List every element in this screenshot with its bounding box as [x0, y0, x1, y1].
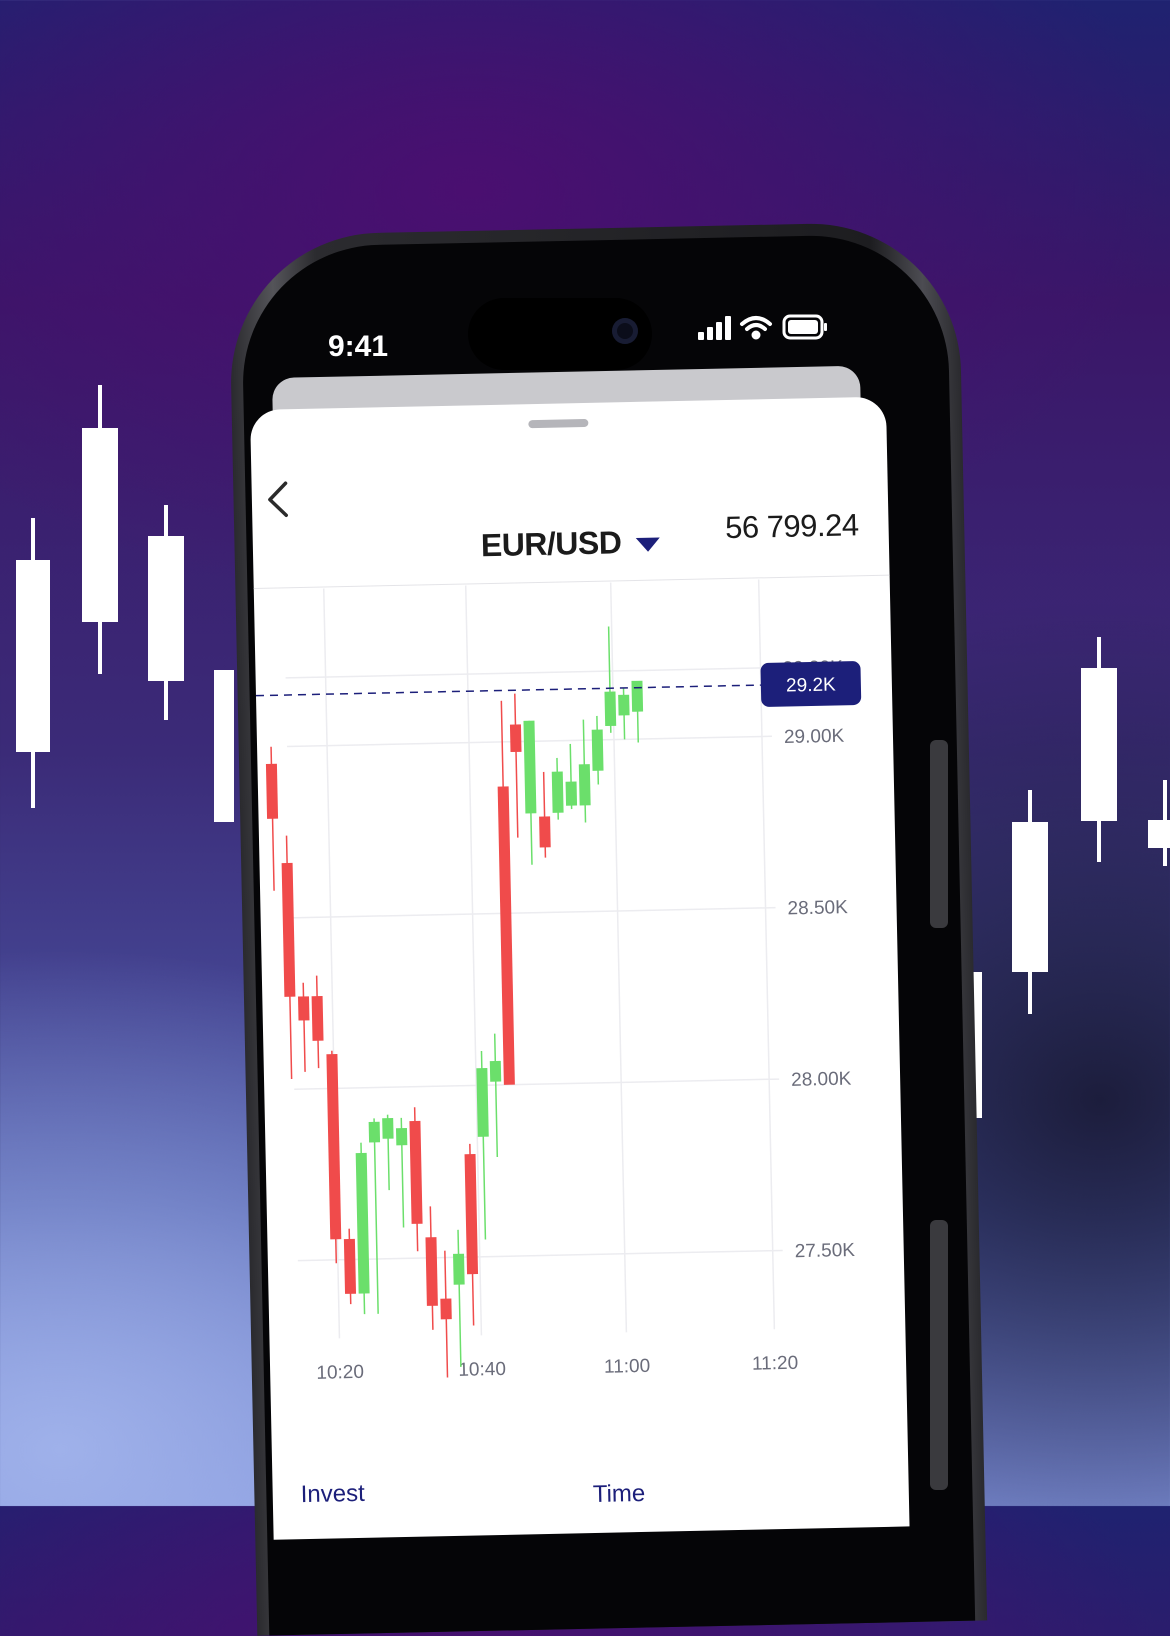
- candle-down: [311, 996, 324, 1041]
- signal-icon: [698, 316, 731, 340]
- grid-line-h: [294, 1078, 780, 1090]
- candle-up: [489, 1060, 502, 1082]
- phone-side-button: [930, 740, 948, 928]
- candle-up: [395, 1128, 408, 1146]
- sheet-grabber[interactable]: [528, 418, 589, 429]
- invest-label: Invest: [300, 1479, 366, 1509]
- status-time: 9:41: [328, 330, 389, 363]
- pair-selector[interactable]: EUR/USD: [481, 523, 660, 564]
- y-tick-label: 27.50K: [795, 1240, 856, 1262]
- candle-down: [409, 1120, 423, 1224]
- candle-up: [618, 694, 630, 716]
- x-tick-label: 10:40: [458, 1359, 506, 1381]
- candle-wick: [302, 982, 306, 1072]
- pair-label: EUR/USD: [480, 524, 622, 564]
- caret-down-icon: [635, 536, 660, 552]
- candle-down: [464, 1154, 479, 1275]
- y-tick-label: 28.00K: [791, 1069, 852, 1091]
- candle-up: [368, 1121, 381, 1143]
- y-tick-label: 28.50K: [787, 897, 848, 919]
- current-price-line: [255, 684, 761, 697]
- candle-down: [343, 1238, 357, 1294]
- current-price: 56 799.24: [724, 507, 859, 546]
- candle-down: [539, 816, 551, 848]
- candle-wick: [493, 1033, 499, 1158]
- y-tick-label: 29.00K: [784, 726, 845, 748]
- time-label: Time: [592, 1479, 646, 1509]
- candle-down: [509, 724, 522, 753]
- candle-up: [604, 691, 617, 727]
- candle-down: [297, 996, 310, 1021]
- grid-line-h: [290, 906, 776, 919]
- back-chevron-icon[interactable]: [263, 479, 294, 520]
- battery-icon: [782, 314, 827, 340]
- candle-wick: [457, 1229, 462, 1367]
- candle-down: [326, 1054, 342, 1240]
- candle-up: [591, 729, 604, 771]
- candle-down: [440, 1298, 452, 1320]
- phone-side-button-lower: [930, 1220, 948, 1490]
- camera-icon: [612, 318, 638, 344]
- grid-line-h: [285, 666, 771, 679]
- candle-up: [565, 781, 578, 806]
- candle-up: [578, 764, 591, 806]
- x-tick-label: 11:00: [604, 1356, 651, 1378]
- candle-up: [382, 1118, 394, 1139]
- candlestick-chart[interactable]: 29.20K29.00K28.50K28.00K27.50K10:2010:40…: [254, 577, 907, 1410]
- candle-down: [497, 786, 515, 1085]
- grid-line-h: [297, 1249, 783, 1262]
- candle-wick: [514, 693, 519, 838]
- candle-wick: [373, 1118, 379, 1314]
- x-tick-label: 10:20: [316, 1362, 364, 1384]
- candle-down: [425, 1237, 438, 1306]
- status-icons: [698, 314, 827, 340]
- candle-down: [265, 763, 279, 819]
- app-screen: EUR/USD 56 799.24 29.20K29.00K28.50K28.0…: [250, 396, 910, 1540]
- x-tick-label: 11:20: [752, 1353, 799, 1375]
- candle-up: [551, 771, 564, 813]
- candle-up: [631, 680, 644, 712]
- candle-up: [476, 1068, 489, 1137]
- candle-up: [523, 720, 537, 814]
- candle-up: [355, 1152, 370, 1294]
- current-price-badge-label: 29.2K: [786, 675, 836, 697]
- candle-down: [281, 862, 296, 997]
- wifi-icon: [740, 316, 772, 340]
- candle-up: [453, 1253, 465, 1285]
